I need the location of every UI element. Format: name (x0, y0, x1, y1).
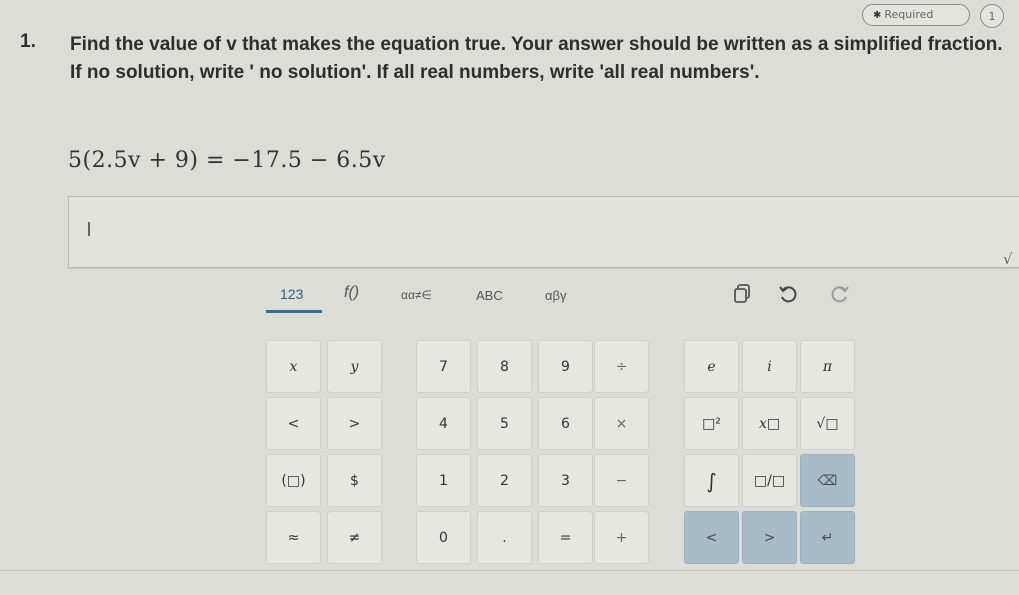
undo-icon[interactable] (778, 284, 798, 309)
key-8[interactable]: 8 (477, 340, 532, 393)
key-power[interactable]: x□ (742, 397, 797, 450)
key-i[interactable]: i (742, 340, 797, 393)
key-0[interactable]: 0 (416, 511, 471, 564)
key-1[interactable]: 1 (416, 454, 471, 507)
key-backspace[interactable]: ⌫ (800, 454, 855, 507)
key-3[interactable]: 3 (538, 454, 593, 507)
key-parentheses[interactable]: (□) (266, 454, 321, 507)
key-plus[interactable]: + (594, 511, 649, 564)
key-5[interactable]: 5 (477, 397, 532, 450)
key-7[interactable]: 7 (416, 340, 471, 393)
key-4[interactable]: 4 (416, 397, 471, 450)
key-greater-than[interactable]: > (327, 397, 382, 450)
key-6[interactable]: 6 (538, 397, 593, 450)
key-cursor-right[interactable]: > (742, 511, 797, 564)
key-e[interactable]: e (684, 340, 739, 393)
key-decimal[interactable]: . (477, 511, 532, 564)
required-label: Required (884, 8, 934, 21)
tab-functions[interactable]: f() (344, 284, 359, 302)
key-not-equal[interactable]: ≠ (327, 511, 382, 564)
key-dollar[interactable]: $ (327, 454, 382, 507)
sqrt-icon[interactable]: √ (1003, 250, 1013, 268)
key-square[interactable]: □² (684, 397, 739, 450)
star-icon: ✱ (873, 10, 882, 21)
key-less-than[interactable]: < (266, 397, 321, 450)
key-9[interactable]: 9 (538, 340, 593, 393)
key-x[interactable]: x (266, 340, 321, 393)
key-approx[interactable]: ≈ (266, 511, 321, 564)
key-cursor-left[interactable]: < (684, 511, 739, 564)
key-integral[interactable]: ∫ (684, 454, 739, 507)
text-caret (88, 222, 90, 236)
key-fraction[interactable]: □/□ (742, 454, 797, 507)
key-enter[interactable]: ↵ (800, 511, 855, 564)
equation: 5(2.5v + 9) = −17.5 − 6.5v (68, 148, 386, 173)
key-equals[interactable]: = (538, 511, 593, 564)
question-text: Find the value of v that makes the equat… (70, 34, 1003, 83)
tab-greek[interactable]: αβγ (545, 288, 567, 303)
key-2[interactable]: 2 (477, 454, 532, 507)
keyboard-divider (68, 268, 1019, 269)
answer-input[interactable] (68, 196, 1019, 268)
key-divide[interactable]: ÷ (594, 340, 649, 393)
tab-numbers[interactable]: 123 (280, 286, 303, 302)
bottom-divider (0, 570, 1019, 571)
key-minus[interactable]: − (594, 454, 649, 507)
question-number: 1. (20, 31, 36, 52)
tab-letters[interactable]: ABC (476, 288, 503, 303)
active-tab-underline (266, 310, 322, 313)
key-y[interactable]: y (327, 340, 382, 393)
question-count-badge[interactable]: 1 (980, 4, 1004, 28)
tab-symbols[interactable]: αα≠∈ (401, 288, 432, 302)
key-pi[interactable]: π (800, 340, 855, 393)
redo-icon[interactable] (830, 284, 850, 309)
key-sqrt[interactable]: √□ (800, 397, 855, 450)
required-badge: ✱ Required (862, 4, 970, 26)
copy-icon[interactable] (734, 284, 752, 309)
key-multiply[interactable]: × (594, 397, 649, 450)
